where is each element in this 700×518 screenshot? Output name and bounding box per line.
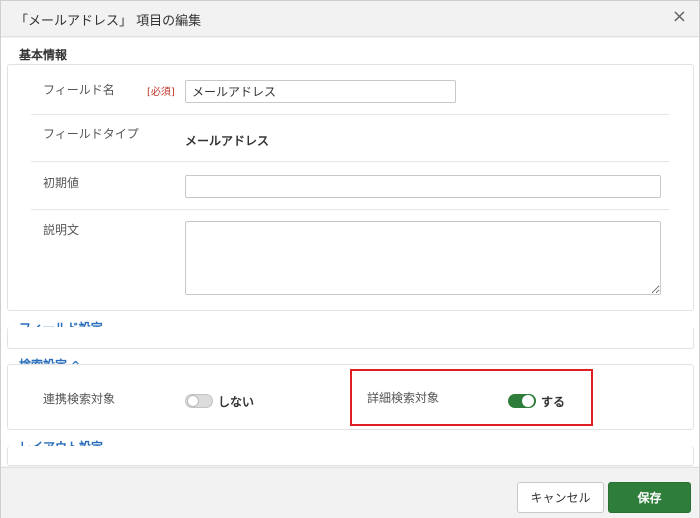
- default-value-label: 初期値: [43, 176, 80, 190]
- linked-search-label: 連携検索対象: [43, 392, 116, 406]
- toggle-knob: [187, 395, 199, 407]
- close-icon[interactable]: ×: [672, 7, 687, 27]
- linked-search-value: しない: [218, 395, 255, 409]
- save-button[interactable]: 保存: [608, 482, 691, 513]
- field-name-input[interactable]: [185, 80, 456, 103]
- highlight-box: [350, 369, 593, 426]
- field-name-label: フィールド名: [43, 83, 115, 97]
- cancel-button[interactable]: キャンセル: [517, 482, 604, 513]
- divider: [31, 114, 669, 115]
- layout-settings-panel: [7, 446, 694, 466]
- field-settings-panel: [7, 327, 694, 349]
- dialog-header: 「メールアドレス」 項目の編集 ×: [1, 1, 699, 37]
- field-type-value: メールアドレス: [185, 134, 270, 148]
- required-badge: [必須]: [147, 87, 175, 98]
- dialog-title: 「メールアドレス」 項目の編集: [15, 14, 202, 29]
- description-textarea[interactable]: [185, 221, 661, 295]
- description-label: 説明文: [43, 223, 80, 237]
- basic-info-heading: 基本情報: [19, 48, 68, 62]
- edit-field-dialog: 「メールアドレス」 項目の編集 × 基本情報 フィールド名 [必須] フィールド…: [0, 0, 700, 518]
- default-value-input[interactable]: [185, 175, 661, 198]
- divider: [31, 161, 669, 162]
- field-type-label: フィールドタイプ: [43, 127, 139, 141]
- linked-search-toggle[interactable]: [185, 394, 213, 408]
- divider: [31, 209, 669, 210]
